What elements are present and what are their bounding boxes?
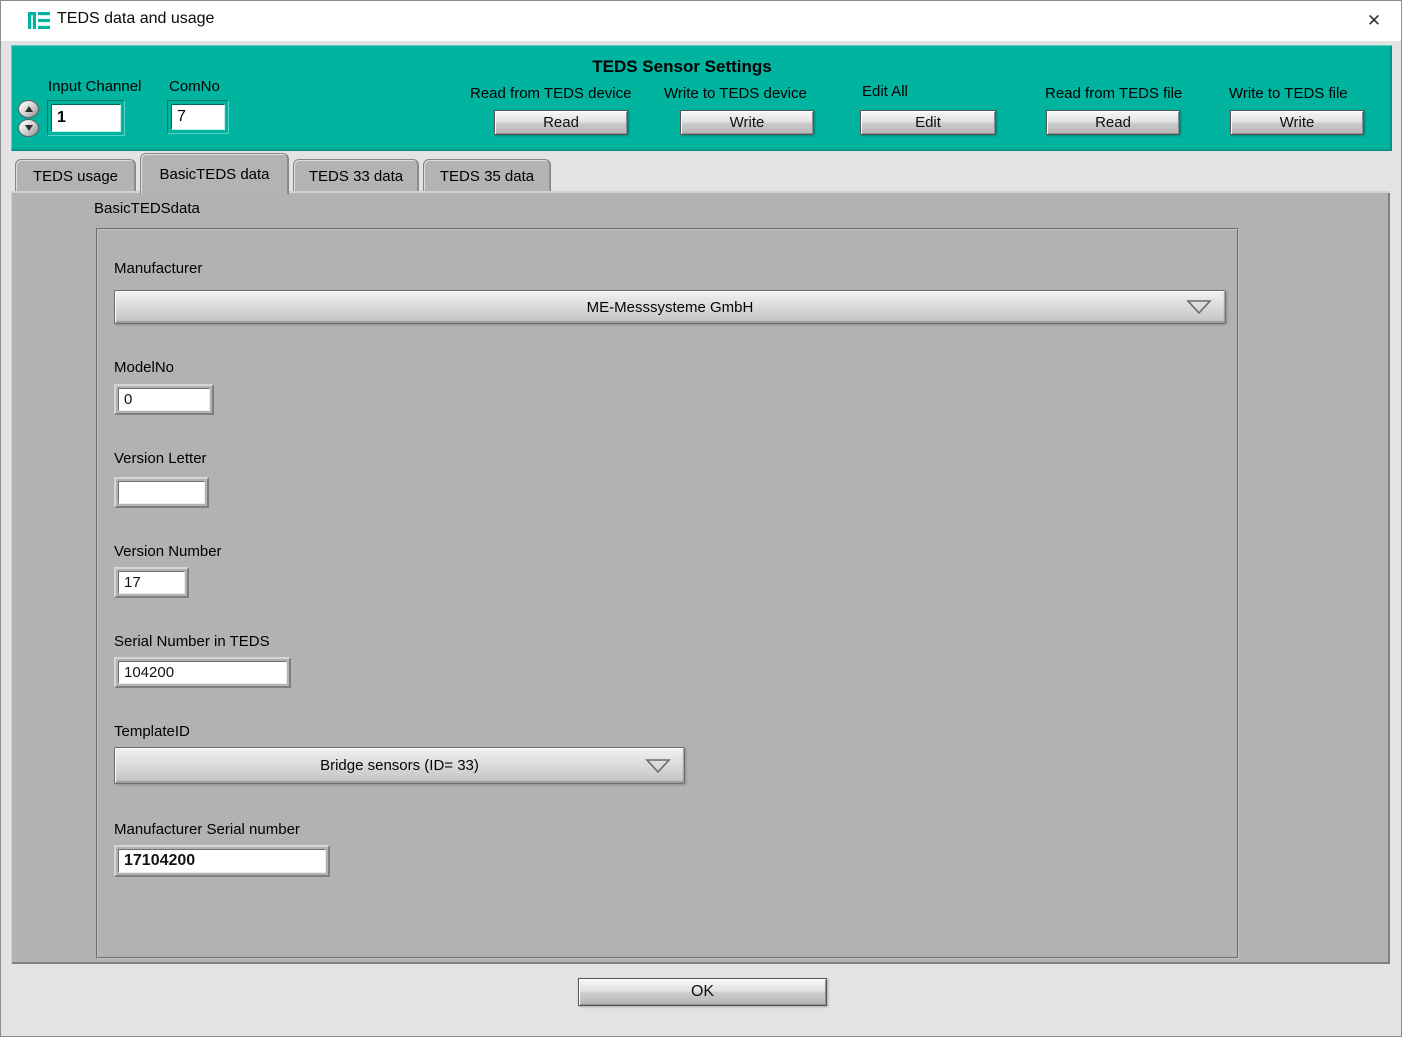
version-number-field[interactable] xyxy=(118,571,185,594)
modelno-field[interactable] xyxy=(118,388,210,411)
app-window: TEDS data and usage ✕ Input Channel ComN… xyxy=(0,0,1402,1037)
version-letter-label: Version Letter xyxy=(114,450,207,467)
manufacturer-serial-label: Manufacturer Serial number xyxy=(114,821,300,838)
serial-number-teds-label: Serial Number in TEDS xyxy=(114,633,270,650)
chevron-down-icon xyxy=(645,758,671,774)
window-title: TEDS data and usage xyxy=(57,10,214,28)
arrow-down-icon xyxy=(25,125,33,131)
chevron-down-icon xyxy=(1186,299,1212,315)
serial-number-teds-field-frame xyxy=(114,657,291,688)
manufacturer-serial-field-frame xyxy=(114,845,330,877)
version-letter-field-frame xyxy=(114,477,209,508)
read-file-label: Read from TEDS file xyxy=(1045,85,1182,102)
tab-teds-usage[interactable]: TEDS usage xyxy=(15,159,136,192)
read-file-button[interactable]: Read xyxy=(1046,110,1180,135)
edit-all-button[interactable]: Edit xyxy=(860,110,996,135)
close-icon[interactable]: ✕ xyxy=(1361,8,1387,34)
comno-label: ComNo xyxy=(169,78,220,95)
templateid-dropdown[interactable]: Bridge sensors (ID= 33) xyxy=(114,747,685,784)
me-logo-icon xyxy=(28,12,50,29)
ok-button[interactable]: OK xyxy=(578,978,827,1006)
edit-all-label: Edit All xyxy=(862,83,908,100)
manufacturer-serial-field[interactable] xyxy=(118,849,326,873)
input-channel-field-frame xyxy=(47,100,125,136)
tab-teds-35-data[interactable]: TEDS 35 data xyxy=(423,159,551,192)
tab-teds-33-data[interactable]: TEDS 33 data xyxy=(293,159,419,192)
decrement-button[interactable] xyxy=(18,119,39,137)
write-device-label: Write to TEDS device xyxy=(664,85,807,102)
read-device-label: Read from TEDS device xyxy=(470,85,631,102)
serial-number-teds-field[interactable] xyxy=(118,661,287,684)
templateid-label: TemplateID xyxy=(114,723,190,740)
templateid-value: Bridge sensors (ID= 33) xyxy=(320,757,479,774)
write-device-button[interactable]: Write xyxy=(680,110,814,135)
manufacturer-dropdown[interactable]: ME-Messsysteme GmbH xyxy=(114,290,1226,324)
groupbox-heading: BasicTEDSdata xyxy=(94,200,200,217)
version-number-field-frame xyxy=(114,567,189,598)
write-file-label: Write to TEDS file xyxy=(1229,85,1348,102)
arrow-up-icon xyxy=(25,106,33,112)
write-file-button[interactable]: Write xyxy=(1230,110,1364,135)
header-title: TEDS Sensor Settings xyxy=(551,57,813,77)
title-bar: TEDS data and usage ✕ xyxy=(1,1,1401,41)
comno-field-frame xyxy=(167,100,229,134)
increment-button[interactable] xyxy=(18,100,39,118)
read-device-button[interactable]: Read xyxy=(494,110,628,135)
tab-basicteds-data[interactable]: BasicTEDS data xyxy=(140,153,289,194)
version-letter-field[interactable] xyxy=(118,481,205,504)
version-number-label: Version Number xyxy=(114,543,222,560)
manufacturer-value: ME-Messsysteme GmbH xyxy=(587,299,754,316)
modelno-field-frame xyxy=(114,384,214,415)
teds-settings-header: Input Channel ComNo TEDS Sensor Settings… xyxy=(11,45,1392,151)
basicteds-tab-page: BasicTEDSdata Manufacturer ME-Messsystem… xyxy=(11,191,1390,964)
basicteds-groupbox: Manufacturer ME-Messsysteme GmbH ModelNo… xyxy=(96,228,1239,959)
comno-field[interactable] xyxy=(171,104,225,130)
manufacturer-label: Manufacturer xyxy=(114,260,202,277)
modelno-label: ModelNo xyxy=(114,359,174,376)
input-channel-field[interactable] xyxy=(51,104,121,132)
input-channel-stepper xyxy=(18,100,39,138)
input-channel-label: Input Channel xyxy=(48,78,141,95)
